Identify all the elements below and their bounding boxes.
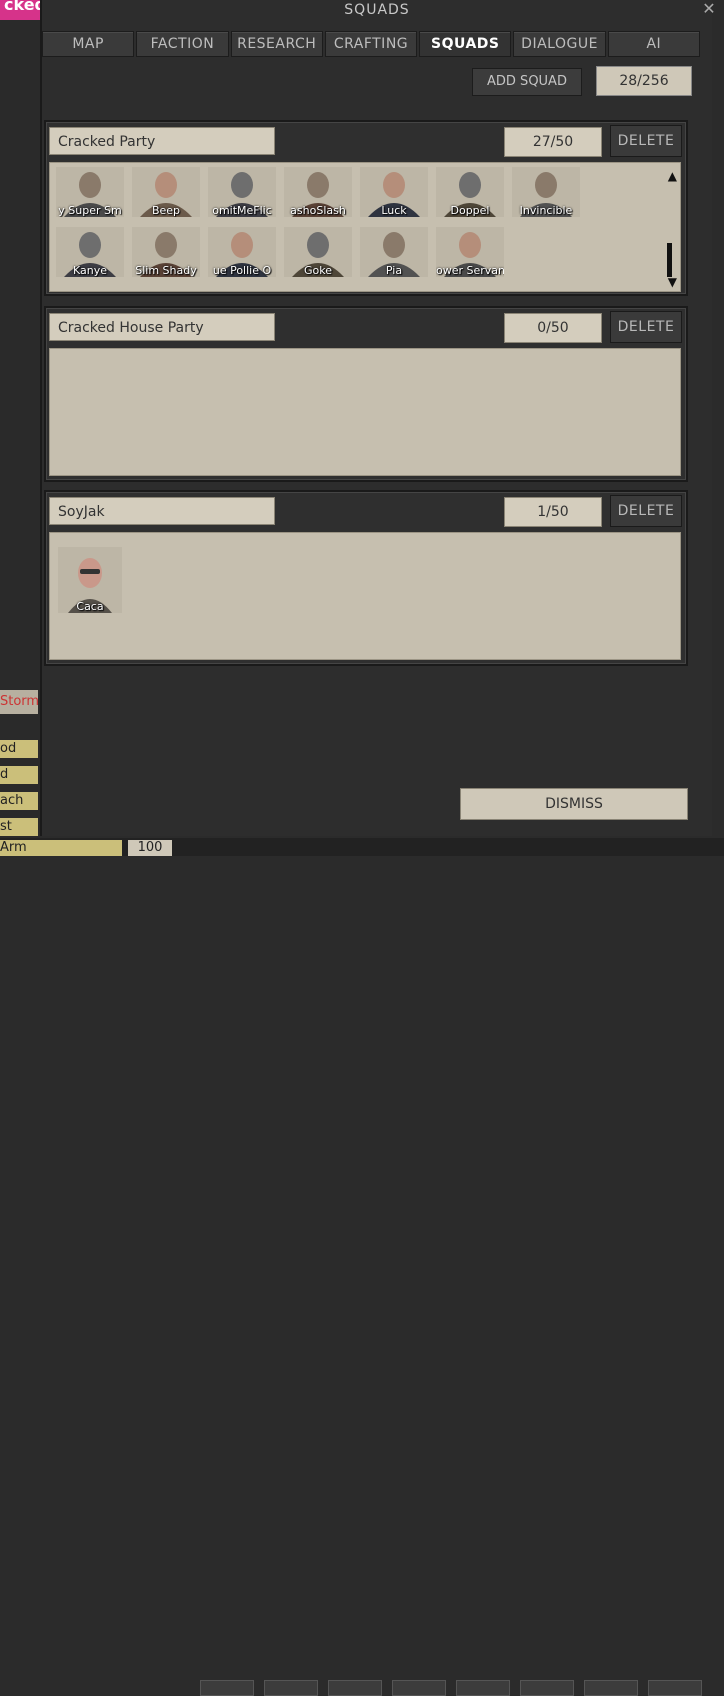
left-stat-label: d	[0, 766, 38, 784]
scrollbar-thumb[interactable]	[667, 243, 672, 277]
left-stat-label: st	[0, 818, 38, 836]
member-portrait[interactable]: Caca	[58, 547, 122, 613]
member-name: Beep	[151, 204, 181, 217]
member-portrait[interactable]: Slim Shady	[132, 227, 200, 277]
delete-squad-button[interactable]: DELETE	[610, 495, 682, 527]
left-side-panel: Storm od d ach st	[0, 0, 40, 856]
tab-ai[interactable]: AI	[607, 31, 700, 57]
member-name: ashoSlash	[290, 204, 346, 217]
left-stat-label: od	[0, 740, 38, 758]
tab-research[interactable]: RESEARCH	[230, 31, 323, 57]
member-name: ue Pollie O	[212, 264, 272, 277]
squad-member-count: 1/50	[504, 497, 602, 527]
left-stat-label: ach	[0, 792, 38, 810]
squad-panel: Cracked Party 27/50 DELETE y Super Sm Bee…	[44, 120, 688, 296]
weather-storm-label: Storm	[0, 690, 38, 714]
arm-health-label: Arm	[0, 840, 122, 856]
squad-name-field[interactable]: SoyJak	[49, 497, 275, 525]
delete-squad-button[interactable]: DELETE	[610, 311, 682, 343]
squad-member-count: 0/50	[504, 313, 602, 343]
tab-faction[interactable]: FACTION	[136, 31, 229, 57]
member-portrait[interactable]: Goke	[284, 227, 352, 277]
member-portrait[interactable]: Invincible	[512, 167, 580, 217]
member-name: Caca	[76, 600, 104, 613]
hotbar-slot[interactable]	[584, 1680, 638, 1696]
scroll-down-icon[interactable]: ▼	[668, 275, 677, 289]
squad-members-area: y Super Sm Beep omitMeFlic ashoSlash Luck Dop…	[49, 162, 681, 292]
member-name: Goke	[304, 264, 332, 277]
tab-squads[interactable]: SQUADS	[419, 31, 512, 57]
hotbar-slot[interactable]	[648, 1680, 702, 1696]
squad-name-field[interactable]: Cracked House Party	[49, 313, 275, 341]
hotbar-slot[interactable]	[520, 1680, 574, 1696]
squad-total-count: 28/256	[596, 66, 692, 96]
member-portrait[interactable]: omitMeFlic	[208, 167, 276, 217]
squad-panel: SoyJak 1/50 DELETE Caca	[44, 490, 688, 666]
member-portrait[interactable]: y Super Sm	[56, 167, 124, 217]
member-name: y Super Sm	[58, 204, 122, 217]
add-squad-button[interactable]: ADD SQUAD	[472, 68, 582, 96]
hotbar-slot[interactable]	[200, 1680, 254, 1696]
member-portrait[interactable]: Luck	[360, 167, 428, 217]
member-portrait[interactable]: ashoSlash	[284, 167, 352, 217]
tab-map[interactable]: MAP	[42, 31, 135, 57]
squads-window: SQUADS ✕ MAP FACTION RESEARCH CRAFTING S…	[40, 0, 716, 836]
tab-bar: MAP FACTION RESEARCH CRAFTING SQUADS DIA…	[42, 31, 700, 57]
member-portrait[interactable]: ue Pollie O	[208, 227, 276, 277]
member-portrait[interactable]: Doppel	[436, 167, 504, 217]
squad-members-area: Caca	[49, 532, 681, 660]
hotbar-slot[interactable]	[392, 1680, 446, 1696]
tab-dialogue[interactable]: DIALOGUE	[513, 31, 606, 57]
squad-panel: Cracked House Party 0/50 DELETE	[44, 306, 688, 482]
member-name: Pia	[385, 264, 403, 277]
member-name: Slim Shady	[135, 264, 197, 277]
squad-member-count: 27/50	[504, 127, 602, 157]
member-name: Invincible	[519, 204, 573, 217]
member-portrait[interactable]: ower Servan	[436, 227, 504, 277]
member-name: Luck	[381, 204, 407, 217]
squad-name-field[interactable]: Cracked Party	[49, 127, 275, 155]
member-name: ower Servan	[436, 264, 504, 277]
dismiss-button[interactable]: DISMISS	[460, 788, 688, 820]
member-portrait[interactable]: Kanye	[56, 227, 124, 277]
hotbar-slot[interactable]	[456, 1680, 510, 1696]
member-name: Doppel	[450, 204, 490, 217]
member-portrait[interactable]: Beep	[132, 167, 200, 217]
hotbar-slot[interactable]	[264, 1680, 318, 1696]
member-name: omitMeFlic	[212, 204, 272, 217]
close-button[interactable]: ✕	[700, 0, 718, 18]
delete-squad-button[interactable]: DELETE	[610, 125, 682, 157]
window-title: SQUADS	[344, 2, 410, 18]
member-name: Kanye	[72, 264, 107, 277]
scroll-up-icon[interactable]: ▲	[668, 169, 677, 183]
squad-members-area	[49, 348, 681, 476]
arm-health-value: 100	[128, 840, 172, 856]
member-portrait[interactable]: Pia	[360, 227, 428, 277]
tab-crafting[interactable]: CRAFTING	[324, 31, 418, 57]
hotbar-slot[interactable]	[328, 1680, 382, 1696]
